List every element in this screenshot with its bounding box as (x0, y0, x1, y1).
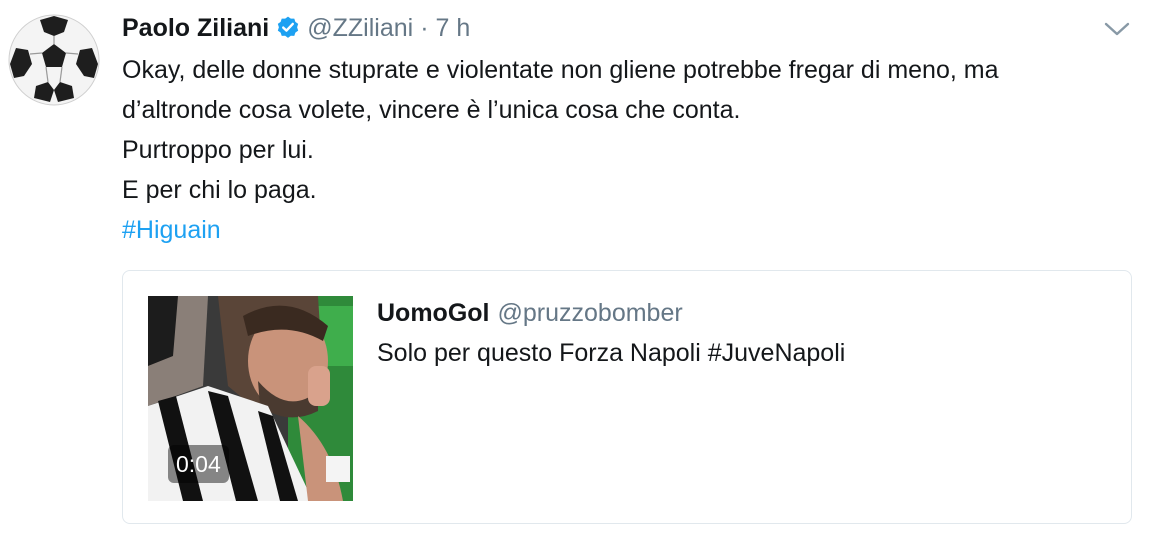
chevron-down-icon (1104, 22, 1130, 36)
verified-badge-icon (278, 16, 299, 38)
tweet-header: Paolo Ziliani @ZZiliani · 7 h (122, 10, 470, 46)
quoted-header: UomoGol @pruzzobomber (377, 299, 683, 328)
video-duration-badge: 0:04 (168, 445, 229, 483)
quoted-tweet[interactable]: 0:04 UomoGol @pruzzobomber Solo per ques… (122, 270, 1132, 524)
tweet-text-line: Purtroppo per lui. (122, 136, 314, 164)
tweet-text-line: d’altronde cosa volete, vincere è l’unic… (122, 96, 741, 124)
quoted-author-name[interactable]: UomoGol (377, 299, 490, 328)
soccer-ball-icon (8, 14, 100, 106)
hashtag-link[interactable]: #Higuain (122, 210, 1132, 250)
quoted-text: Solo per questo Forza Napoli #JuveNapoli (377, 339, 846, 367)
tweet-text-line: E per chi lo paga. (122, 176, 317, 204)
author-name[interactable]: Paolo Ziliani (122, 14, 269, 43)
separator-dot: · (420, 13, 429, 42)
tweet-text-line: Okay, delle donne stuprate e violentate … (122, 56, 999, 84)
author-handle[interactable]: @ZZiliani (307, 14, 413, 43)
avatar[interactable] (8, 14, 100, 106)
video-thumbnail[interactable]: 0:04 (148, 296, 353, 501)
tweet-text: Okay, delle donne stuprate e violentate … (122, 50, 1132, 250)
quoted-author-handle[interactable]: @pruzzobomber (498, 299, 683, 328)
tweet-menu-button[interactable] (1102, 17, 1132, 41)
timestamp[interactable]: 7 h (436, 14, 471, 43)
